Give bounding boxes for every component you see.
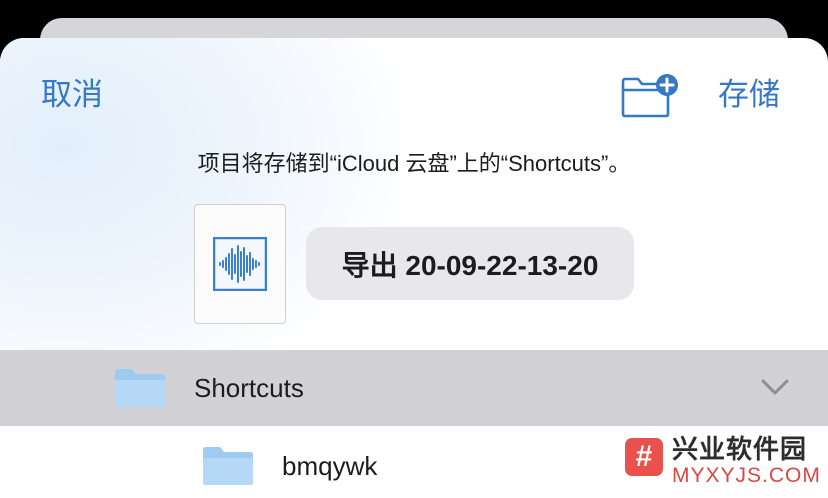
chevron-down-icon[interactable] <box>760 376 790 398</box>
audio-waveform-icon <box>213 237 267 291</box>
folder-icon <box>203 447 253 485</box>
cancel-button[interactable]: 取消 <box>41 75 103 115</box>
new-folder-button[interactable] <box>620 72 682 118</box>
folder-plus-icon <box>621 74 678 118</box>
location-folder-name: Shortcuts <box>194 373 304 403</box>
subfolder-name: bmqywk <box>282 451 378 481</box>
save-location-message: 项目将存储到“iCloud 云盘”上的“Shortcuts”。 <box>197 151 631 176</box>
watermark-logo: # <box>625 438 663 476</box>
save-button[interactable]: 存储 <box>718 75 780 115</box>
file-thumbnail <box>194 204 286 324</box>
watermark-title: 兴业软件园 <box>672 434 808 464</box>
location-row-shortcuts[interactable]: Shortcuts <box>0 350 828 426</box>
folder-icon <box>115 369 165 407</box>
save-sheet-screen: 取消 存储 项目将存储到“iCloud 云盘”上的“Shortcuts”。 导出… <box>0 0 828 498</box>
watermark: # 兴业软件园 MYXYJS.COM <box>612 426 828 498</box>
file-name-field[interactable]: 导出 20-09-22-13-20 <box>306 227 634 300</box>
watermark-subtitle: MYXYJS.COM <box>672 464 821 487</box>
